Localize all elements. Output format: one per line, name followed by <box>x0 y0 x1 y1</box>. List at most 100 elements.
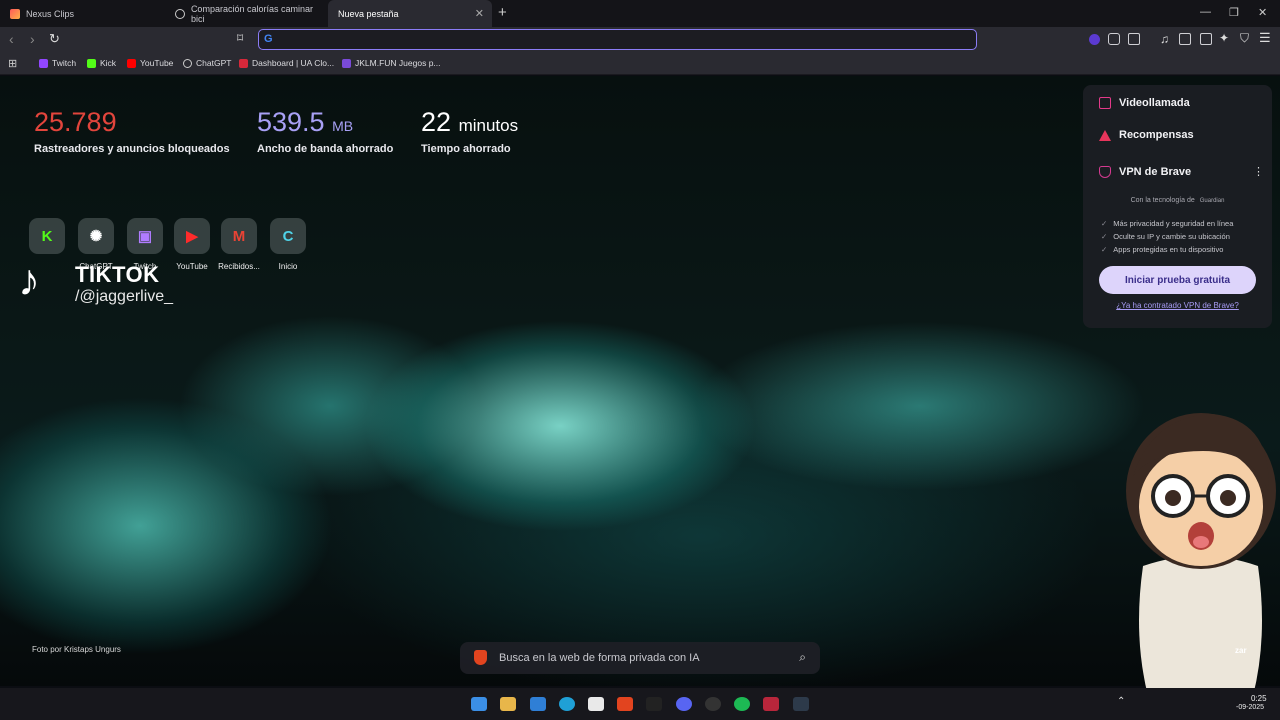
kick-icon: K <box>41 227 53 245</box>
sidebar-icon[interactable] <box>1179 33 1191 45</box>
reload-icon[interactable]: ↻ <box>49 31 60 47</box>
partial-label: zar <box>1235 646 1247 655</box>
already-contracted-link[interactable]: ¿Ya ha contratado VPN de Brave? <box>1083 301 1272 310</box>
chibi-avatar-illustration <box>1126 413 1276 714</box>
vpn-bullet: Más privacidad y seguridad en línea <box>1101 219 1233 228</box>
edge-icon[interactable] <box>559 697 575 711</box>
twitch-icon <box>39 58 48 68</box>
new-tab-button[interactable]: + <box>498 4 507 21</box>
music-icon[interactable]: ♫ <box>1160 32 1169 46</box>
canva-icon: C <box>282 227 294 245</box>
tab-comparacion[interactable]: Comparación calorías caminar bici <box>165 0 328 27</box>
valorant-icon[interactable] <box>763 697 779 711</box>
shortcut-youtube[interactable]: ▶ <box>174 218 210 254</box>
brave-icon[interactable] <box>617 697 633 711</box>
time-stat: 22 minutos <box>421 107 518 138</box>
close-window-icon[interactable]: ✕ <box>1258 6 1267 19</box>
bookmark-label: Twitch <box>52 58 77 68</box>
item-label: VPN de Brave <box>1119 166 1192 178</box>
tiktok-handle: /@jaggerlive_ <box>75 288 174 305</box>
videollamada-item[interactable]: Videollamada <box>1099 97 1190 109</box>
bookmark-label: YouTube <box>140 58 174 68</box>
shortcut-kick[interactable]: K <box>29 218 65 254</box>
shortcut-chatgpt[interactable]: ✺ <box>78 218 114 254</box>
obs-icon[interactable] <box>705 697 721 711</box>
tiktok-title: TIKTOK <box>75 262 160 287</box>
discord-icon[interactable] <box>676 697 692 711</box>
tech-text: Con la tecnología de <box>1130 197 1195 204</box>
kick-icon <box>87 58 96 68</box>
tab-strip: Nexus Clips Comparación calorías caminar… <box>0 0 1280 27</box>
youtube-icon <box>127 58 136 68</box>
wallet-icon[interactable] <box>1128 33 1140 45</box>
nexus-clips-icon <box>10 8 20 19</box>
search-placeholder: Busca en la web de forma privada con IA <box>499 652 700 664</box>
capcut-icon[interactable] <box>646 697 662 711</box>
bandwidth-stat: 539.5 MB <box>257 107 353 138</box>
extensions-icon[interactable] <box>1108 33 1120 45</box>
close-tab-icon[interactable]: ✕ <box>475 7 484 20</box>
app-icon[interactable] <box>793 697 809 711</box>
bandwidth-label: Ancho de banda ahorrado <box>257 143 394 155</box>
tab-nueva-pestana[interactable]: Nueva pestaña ✕ <box>328 0 492 27</box>
apps-grid-icon[interactable]: ⊞ <box>8 57 17 70</box>
bookmark-twitch[interactable]: Twitch <box>39 58 76 68</box>
google-icon: G <box>264 33 273 45</box>
bookmark-jklm[interactable]: JKLM.FUN Juegos p... <box>342 58 441 68</box>
file-explorer-icon[interactable] <box>500 697 516 711</box>
jklm-icon <box>342 58 351 68</box>
tab-label: Nexus Clips <box>26 8 75 19</box>
bookmark-label: Kick <box>100 58 117 68</box>
shortcut-twitch[interactable]: ▣ <box>127 218 163 254</box>
windows-taskbar <box>0 688 1280 720</box>
twitch-icon: ▣ <box>137 228 153 245</box>
more-options-icon[interactable]: ⋮ <box>1253 165 1264 178</box>
tab-nexus-clips[interactable]: Nexus Clips <box>0 0 165 27</box>
leo-ai-icon[interactable]: ✦ <box>1219 31 1229 45</box>
wallet-card-icon[interactable] <box>1200 33 1212 45</box>
bookmark-youtube[interactable]: YouTube <box>127 58 173 68</box>
back-icon[interactable]: ‹ <box>9 31 14 47</box>
brave-widget-panel: Videollamada Recompensas VPN de Brave ⋮ … <box>1083 85 1272 328</box>
explorer-window-icon[interactable] <box>530 697 546 711</box>
trackers-label: Rastreadores y anuncios bloqueados <box>34 143 230 155</box>
bookmark-dashboard[interactable]: Dashboard | UA Clo... <box>239 58 334 68</box>
bookmark-chatgpt[interactable]: ChatGPT <box>183 58 231 68</box>
brave-rewards-icon[interactable] <box>1089 34 1100 45</box>
bandwidth-unit: MB <box>332 118 354 134</box>
start-trial-button[interactable]: Iniciar prueba gratuita <box>1099 266 1256 294</box>
bookmark-icon[interactable]: ⌑ <box>237 31 243 45</box>
store-icon[interactable] <box>588 697 604 711</box>
vpn-item[interactable]: VPN de Brave <box>1099 166 1191 178</box>
chatgpt-icon <box>183 58 192 68</box>
ua-icon <box>239 58 248 68</box>
shortcut-gmail[interactable]: M <box>221 218 257 254</box>
bookmarks-bar: ⊞ Twitch Kick YouTube ChatGPT Dashboard … <box>0 53 1280 75</box>
bookmark-kick[interactable]: Kick <box>87 58 116 68</box>
address-bar[interactable]: G <box>258 29 977 50</box>
shield-icon[interactable]: ⛉ <box>1240 31 1249 46</box>
time-label: Tiempo ahorrado <box>421 143 511 155</box>
taskbar-time: 0:25 <box>1251 694 1267 703</box>
forward-icon[interactable]: › <box>30 31 35 47</box>
spotify-icon[interactable] <box>734 697 750 711</box>
tray-chevron-icon[interactable]: ⌃ <box>1117 696 1125 707</box>
trackers-value: 25.789 <box>34 107 117 137</box>
gmail-icon: M <box>232 227 246 245</box>
shortcut-label: Recibidos... <box>218 262 260 271</box>
shortcut-canva[interactable]: C <box>270 218 306 254</box>
vpn-bullet: Oculte su IP y cambie su ubicación <box>1101 232 1230 241</box>
brave-logo-icon <box>474 650 487 665</box>
item-label: Videollamada <box>1119 97 1190 109</box>
search-icon[interactable]: ⌕ <box>799 650 806 665</box>
minimize-icon[interactable]: — <box>1200 6 1211 18</box>
ai-search-box[interactable]: Busca en la web de forma privada con IA … <box>460 642 820 674</box>
menu-icon[interactable]: ☰ <box>1259 30 1271 46</box>
recompensas-item[interactable]: Recompensas <box>1099 129 1194 141</box>
tab-label: Nueva pestaña <box>338 8 399 19</box>
restore-icon[interactable]: ❐ <box>1229 6 1239 19</box>
start-icon[interactable] <box>471 697 487 711</box>
vpn-bullet: Apps protegidas en tu dispositivo <box>1101 245 1223 254</box>
bookmark-label: ChatGPT <box>196 58 232 68</box>
bookmark-label: JKLM.FUN Juegos p... <box>355 58 441 68</box>
